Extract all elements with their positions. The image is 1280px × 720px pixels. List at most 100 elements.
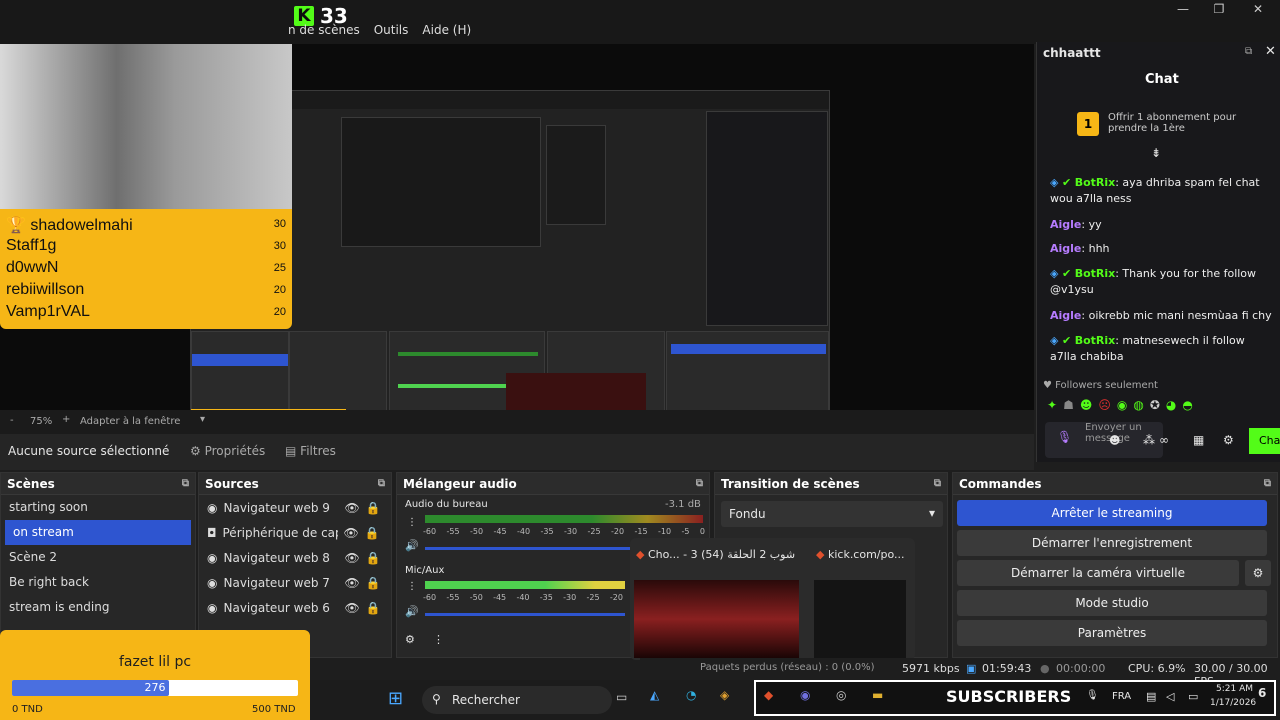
popout-icon[interactable]: ⧉ [1264,478,1271,489]
preview-tab[interactable]: ◆ kick.com/po... [816,548,911,561]
chat-username[interactable]: Aigle [1050,309,1081,322]
popout-icon[interactable]: ⧉ [378,478,385,489]
gear-icon[interactable]: ⚙ [1245,560,1271,586]
lock-icon[interactable]: 🔒 [365,526,380,540]
close-icon[interactable]: ✕ [1265,44,1276,59]
menu-scenes[interactable]: n de scènes [288,23,360,37]
lock-icon[interactable]: 🔒 [366,601,381,615]
emote-icon[interactable]: ◓ [1182,398,1192,416]
chat-username[interactable]: Aigle [1050,242,1081,255]
zoom-in-button[interactable]: + [62,414,70,425]
eye-icon[interactable]: 👁 [344,551,359,565]
zoom-fit[interactable]: Adapter à la fenêtre [80,416,180,427]
emote-icon[interactable]: ☗ [1063,398,1074,416]
chat-username[interactable]: BotRix [1075,267,1116,280]
network-icon[interactable]: ▤ [1146,690,1156,703]
gear-icon[interactable]: ⚙ [1223,433,1234,447]
volume-slider[interactable] [425,613,625,616]
studio-mode-button[interactable]: Mode studio [957,590,1267,616]
stop-streaming-button[interactable]: Arrêter le streaming [957,500,1267,526]
lock-icon[interactable]: 🔒 [366,551,381,565]
discord-icon[interactable]: ◉ [800,688,810,702]
video-thumbnail[interactable] [634,580,799,658]
emote-icon[interactable]: ☻ [1080,398,1093,416]
chat-send-button[interactable]: Cha [1249,428,1280,454]
store-icon[interactable]: ▦ [1193,433,1204,447]
minimize-button[interactable]: — [1168,2,1198,18]
speaker-icon[interactable]: 🔊 [405,539,419,552]
emote-icon[interactable]: ☹ [1098,398,1111,416]
scene-item[interactable]: stream is ending [1,595,195,620]
emote-icon[interactable]: ◍ [1133,398,1143,416]
menu-tools[interactable]: Outils [374,23,409,37]
windows-start-icon[interactable]: ⊞ [388,688,403,709]
source-item[interactable]: ◉ Navigateur web 7 👁 🔒 [199,570,391,595]
preview-tab[interactable]: ◆ Cho... - 3 شوب 2 الحلقة (54) [636,548,806,561]
source-item[interactable]: ◉ Navigateur web 6 👁 🔒 [199,595,391,620]
chat-username[interactable]: BotRix [1075,176,1116,189]
lock-icon[interactable]: 🔒 [366,576,381,590]
emote-icon[interactable]: ◉ [1117,398,1127,416]
popout-icon[interactable]: ⧉ [182,478,189,489]
eye-icon[interactable]: 👁 [344,501,359,515]
chat-username[interactable]: Aigle [1050,218,1081,231]
eye-icon[interactable]: 👁 [344,601,359,615]
scene-item[interactable]: starting soon [1,495,195,520]
filters-button[interactable]: ▤ Filtres [285,444,336,458]
mixer-menu-icon[interactable]: ⋮ [407,581,417,592]
edge-icon[interactable]: ◔ [686,688,696,702]
gear-icon[interactable]: ⚙ [405,633,415,646]
clock-time[interactable]: 5:21 AM [1216,684,1253,694]
source-item[interactable]: ◉ Navigateur web 9 👁 🔒 [199,495,391,520]
language-indicator[interactable]: FRA [1112,691,1131,702]
source-item[interactable]: ◘ Périphérique de captu 👁 🔒 [199,520,391,545]
speaker-icon[interactable]: 🔊 [405,605,419,618]
scene-item-selected[interactable]: on stream [5,520,191,545]
obs-icon[interactable]: ◎ [836,688,846,702]
brave-icon[interactable]: ◆ [764,688,773,702]
visual-studio-icon[interactable]: ◭ [650,688,659,702]
popout-icon[interactable]: ⧉ [1245,46,1252,57]
preview-canvas[interactable]: 🏆 shadowelmahi 30 Staff1g 30 d0wwN 25 rebii… [0,44,1034,452]
transition-select[interactable]: Fondu ▾ [721,501,943,527]
lock-icon[interactable]: 🔒 [366,501,381,515]
mixer-menu-icon[interactable]: ⋮ [407,517,417,528]
users-icon[interactable]: ⁂ [1143,433,1155,447]
gift-offer[interactable]: Offrir 1 abonnement pour prendre la 1ère [1108,112,1248,134]
battery-icon[interactable]: ▭ [1188,690,1198,703]
properties-button[interactable]: ⚙ Propriétés [190,444,265,458]
volume-slider[interactable] [425,547,645,550]
collapse-icon[interactable]: ⇟ [1151,146,1161,160]
volume-icon[interactable]: ◁ [1166,690,1174,703]
chevron-down-icon[interactable]: ▾ [200,414,205,425]
close-button[interactable]: ✕ [1243,2,1273,18]
popout-icon[interactable]: ⧉ [696,478,703,489]
eye-icon[interactable]: 👁 [344,526,359,540]
scene-item[interactable]: Be right back [1,570,195,595]
microphone-icon[interactable]: 🎙 [1057,430,1072,444]
task-view-icon[interactable]: ▭ [616,690,627,704]
emote-icon[interactable]: ✪ [1150,398,1160,416]
source-item[interactable]: ◉ Navigateur web 8 👁 🔒 [199,545,391,570]
popout-icon[interactable]: ⧉ [934,478,941,489]
more-icon[interactable]: ⋮ [433,633,444,646]
notification-badge[interactable]: 6 [1258,686,1266,700]
emote-icon[interactable]: ✦ [1047,398,1057,416]
chat-username[interactable]: BotRix [1075,334,1116,347]
clock-date[interactable]: 1/17/2026 [1210,698,1256,708]
zoom-out-button[interactable]: - [10,415,14,426]
start-virtualcam-button[interactable]: Démarrer la caméra virtuelle [957,560,1239,586]
start-recording-button[interactable]: Démarrer l'enregistrement [957,530,1267,556]
microphone-icon[interactable]: 🎙 [1086,690,1099,701]
infinity-icon[interactable]: ∞ [1159,433,1169,447]
scene-item[interactable]: Scène 2 [1,545,195,570]
emoji-icon[interactable]: ☻ [1109,434,1120,447]
menu-help[interactable]: Aide (H) [422,23,471,37]
maximize-button[interactable]: ❐ [1204,2,1234,18]
eye-icon[interactable]: 👁 [344,576,359,590]
copilot-icon[interactable]: ◈ [720,688,729,702]
taskbar-search[interactable]: ⚲ Rechercher [422,686,612,714]
folder-icon[interactable]: ▬ [872,688,883,702]
browser-thumbnail[interactable] [814,580,906,658]
settings-button[interactable]: Paramètres [957,620,1267,646]
